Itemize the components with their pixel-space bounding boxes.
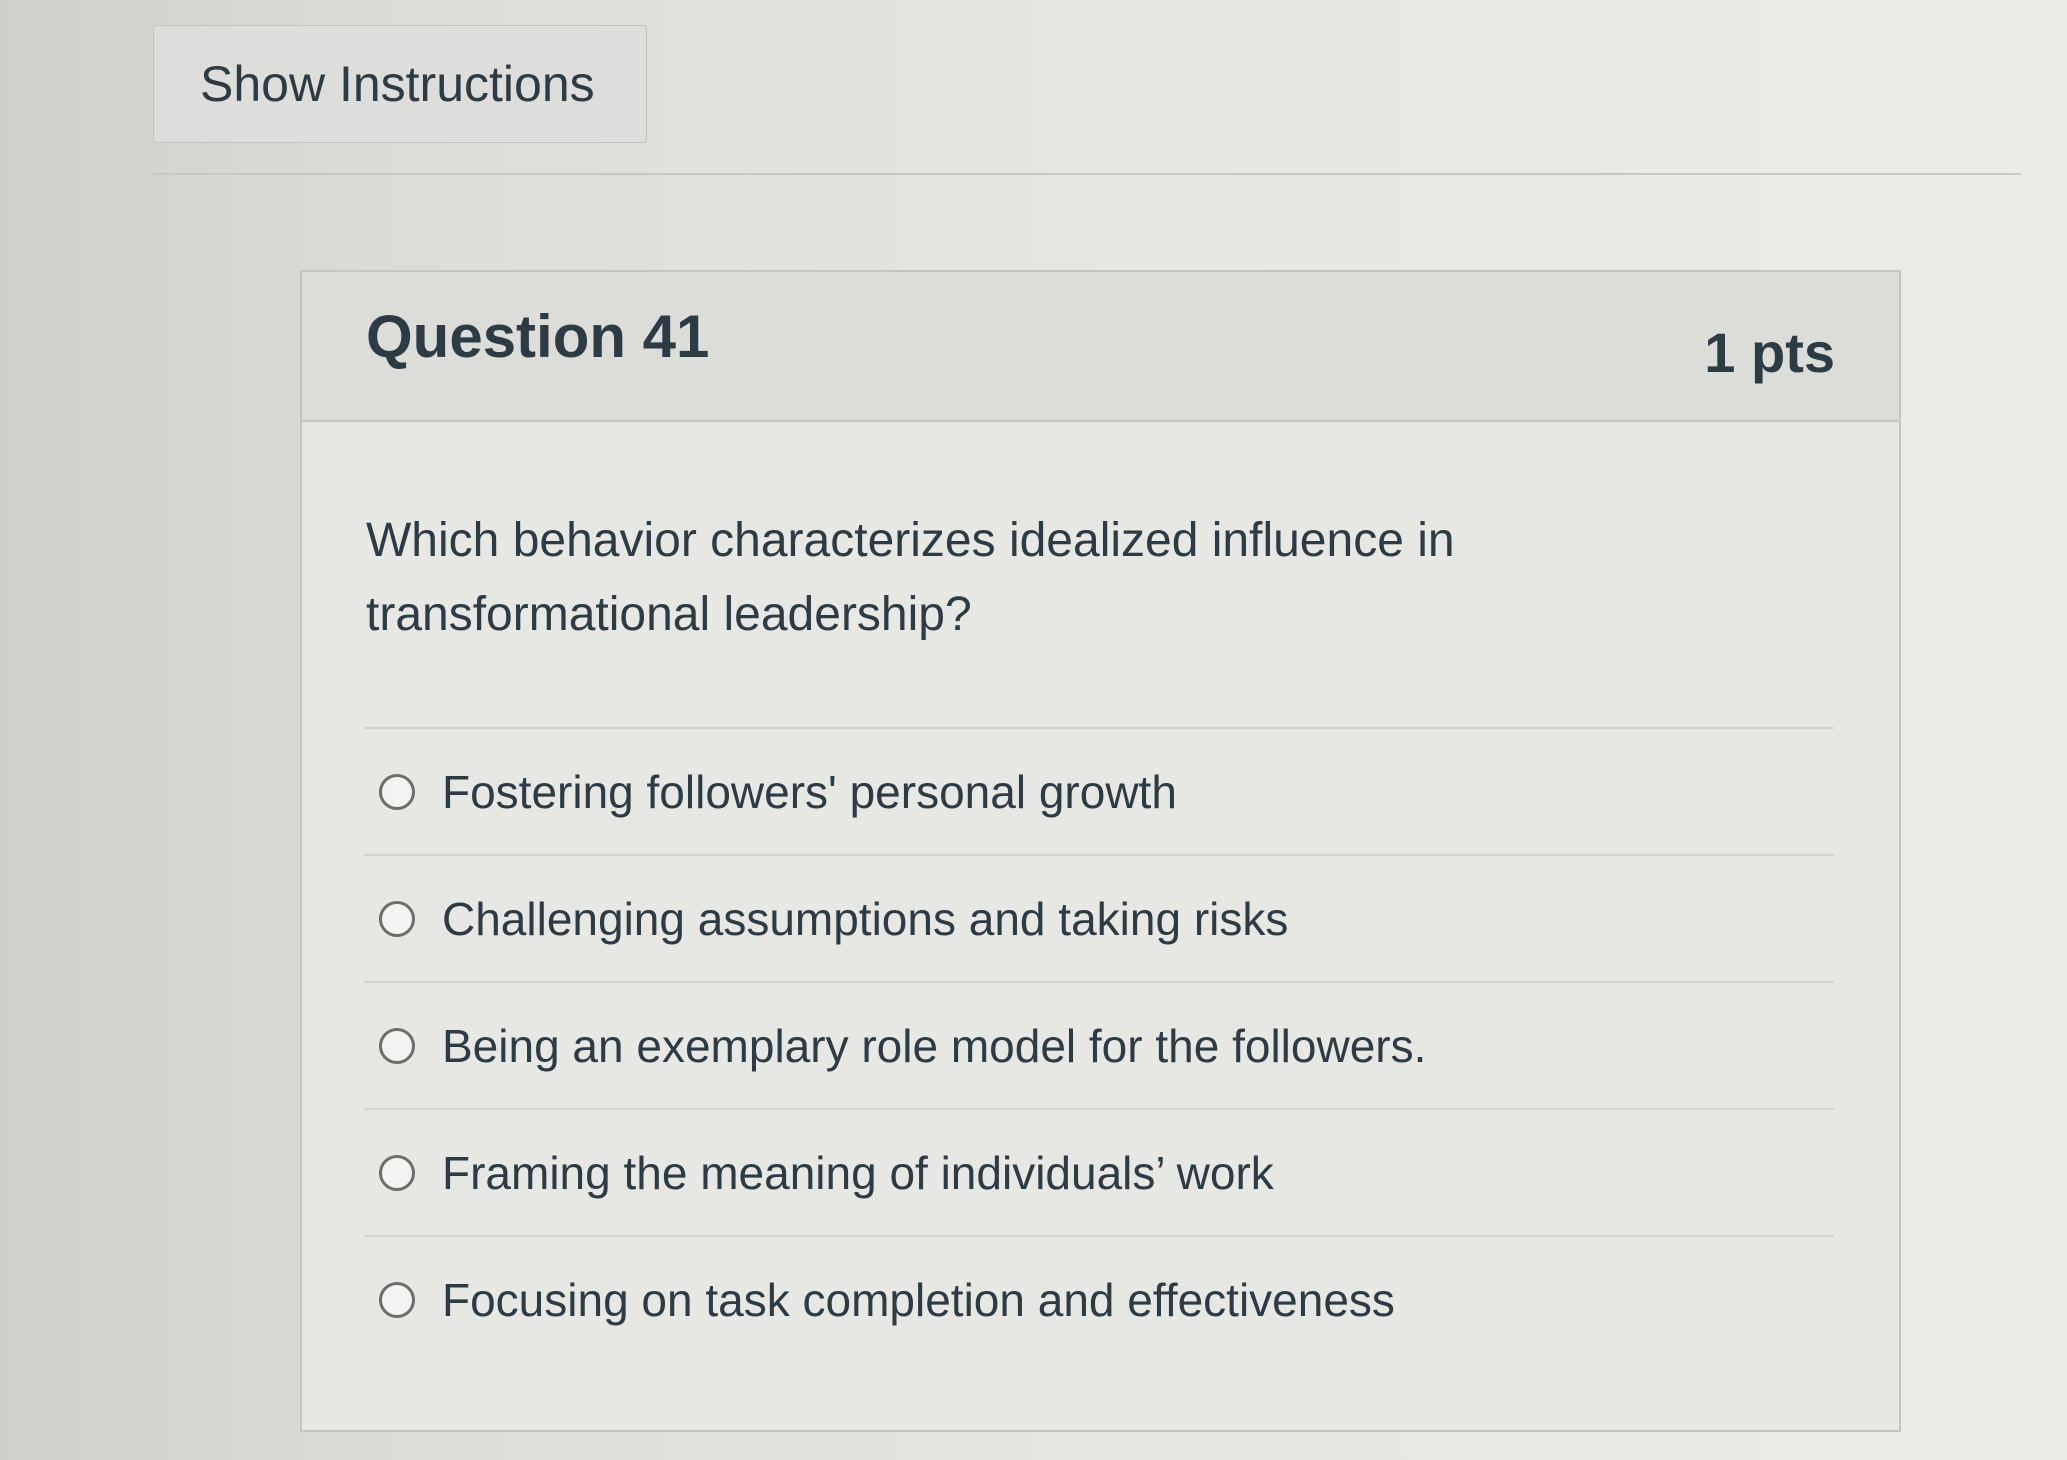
answer-label: Challenging assumptions and taking risks <box>442 892 1289 945</box>
answer-option-2[interactable]: Challenging assumptions and taking risks <box>364 854 1834 981</box>
question-text: Which behavior characterizes idealized i… <box>366 514 1455 641</box>
answer-list: Fostering followers' personal growth Cha… <box>364 727 1834 1362</box>
answer-label: Focusing on task completion and effectiv… <box>442 1273 1395 1326</box>
answer-label: Fostering followers' personal growth <box>442 765 1177 818</box>
question-header: Question 41 1 pts <box>302 272 1899 422</box>
radio-button-icon[interactable] <box>379 900 415 937</box>
radio-button-icon[interactable] <box>379 1281 415 1318</box>
question-card: Question 41 1 pts Which behavior charact… <box>300 270 1901 1432</box>
answer-option-3[interactable]: Being an exemplary role model for the fo… <box>364 981 1834 1108</box>
radio-button-icon[interactable] <box>379 773 415 810</box>
radio-button-icon[interactable] <box>379 1027 415 1064</box>
section-divider <box>153 173 2021 175</box>
answer-option-1[interactable]: Fostering followers' personal growth <box>364 727 1834 854</box>
question-points: 1 pts <box>1704 321 1835 384</box>
question-title: Question 41 <box>366 303 710 370</box>
answer-option-4[interactable]: Framing the meaning of individuals’ work <box>364 1108 1834 1235</box>
answer-label: Being an exemplary role model for the fo… <box>442 1019 1427 1072</box>
answer-option-5[interactable]: Focusing on task completion and effectiv… <box>364 1235 1834 1362</box>
answer-label: Framing the meaning of individuals’ work <box>442 1146 1274 1199</box>
radio-button-icon[interactable] <box>379 1154 415 1191</box>
show-instructions-button[interactable]: Show Instructions <box>153 25 647 143</box>
